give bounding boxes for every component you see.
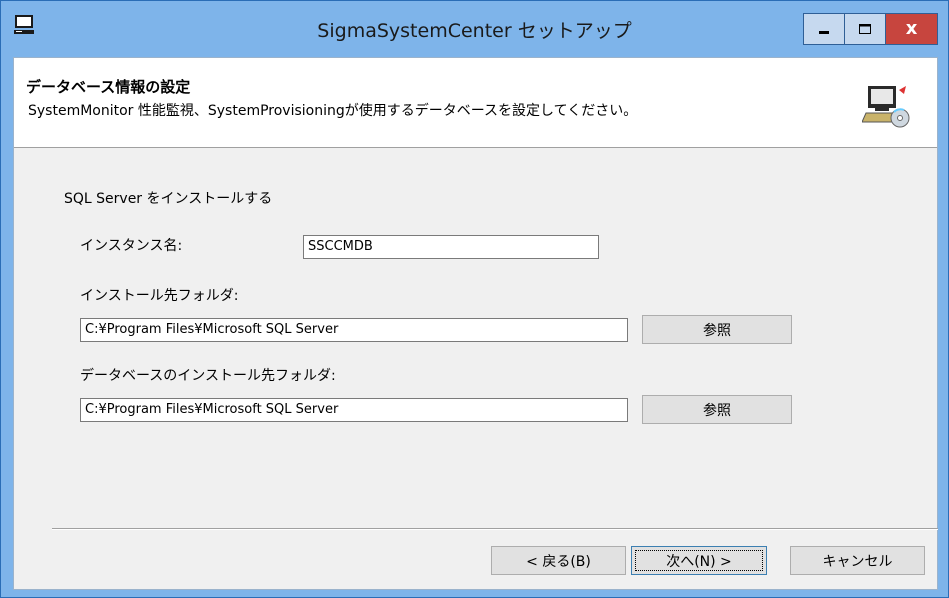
db-folder-label: データベースのインストール先フォルダ: <box>80 368 336 384</box>
db-folder-input[interactable]: C:¥Program Files¥Microsoft SQL Server <box>80 398 628 422</box>
install-sql-server-label: SQL Server をインストールする <box>64 191 273 207</box>
close-button[interactable]: x <box>886 13 938 45</box>
minimize-button[interactable] <box>803 13 845 45</box>
title-bar[interactable]: SigmaSystemCenter セットアップ x <box>1 1 948 57</box>
footer-separator <box>52 528 938 530</box>
install-folder-input[interactable]: C:¥Program Files¥Microsoft SQL Server <box>80 318 628 342</box>
page-description: SystemMonitor 性能監視、SystemProvisioningが使用… <box>28 103 638 119</box>
instance-name-label: インスタンス名: <box>80 238 183 254</box>
maximize-icon <box>859 24 871 34</box>
focus-rectangle <box>635 550 763 571</box>
cancel-button[interactable]: キャンセル <box>790 546 925 575</box>
dialog-body: データベース情報の設定 SystemMonitor 性能監視、SystemPro… <box>13 57 938 590</box>
install-folder-label: インストール先フォルダ: <box>80 288 239 304</box>
page-title: データベース情報の設定 <box>26 78 191 96</box>
db-folder-browse-button[interactable]: 参照 <box>642 395 792 424</box>
close-icon: x <box>905 18 918 39</box>
setup-window: SigmaSystemCenter セットアップ x データベース情報の設定 S… <box>0 0 949 598</box>
computer-cd-icon <box>862 86 910 128</box>
back-button[interactable]: < 戻る(B) <box>491 546 626 575</box>
install-folder-browse-button[interactable]: 参照 <box>642 315 792 344</box>
minimize-icon <box>819 31 829 34</box>
next-button[interactable]: 次へ(N) > <box>631 546 767 575</box>
instance-name-input[interactable]: SSCCMDB <box>303 235 599 259</box>
maximize-button[interactable] <box>845 13 886 45</box>
header-band: データベース情報の設定 SystemMonitor 性能監視、SystemPro… <box>14 58 937 148</box>
